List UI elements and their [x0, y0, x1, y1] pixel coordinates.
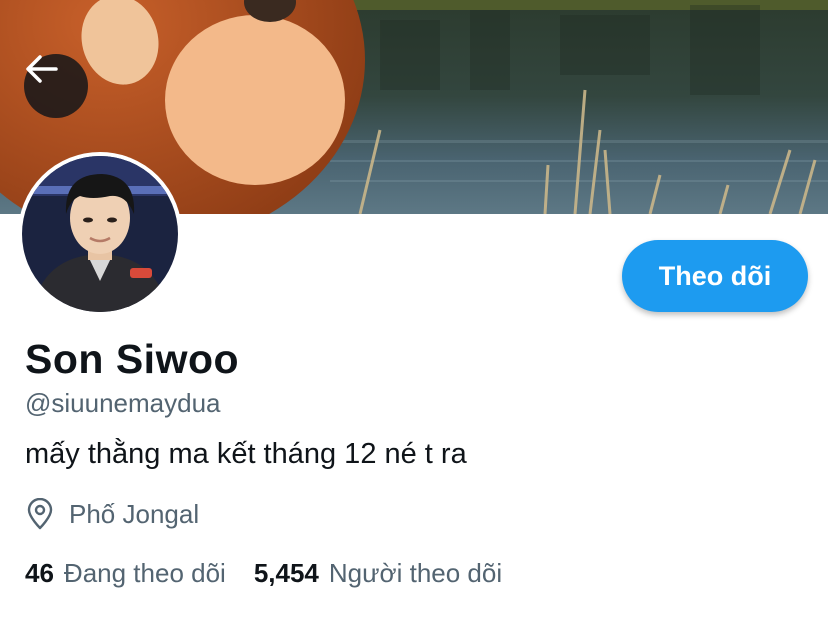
profile-stats: 46 Đang theo dõi 5,454 Người theo dõi	[25, 558, 502, 589]
arrow-left-icon	[26, 55, 58, 83]
profile-bio: mấy thằng ma kết tháng 12 né t ra	[25, 438, 467, 470]
follow-button[interactable]: Theo dõi	[622, 240, 808, 312]
location-text: Phố Jongal	[69, 498, 200, 529]
profile-handle: @siuunemaydua	[25, 388, 221, 418]
followers-label: Người theo dõi	[328, 558, 503, 588]
followers-stat[interactable]: 5,454 Người theo dõi	[254, 558, 502, 589]
map-pin-icon	[27, 498, 53, 530]
following-label: Đang theo dõi	[63, 558, 226, 588]
back-button[interactable]	[24, 54, 88, 118]
profile-avatar[interactable]	[18, 152, 182, 316]
followers-count: 5,454	[253, 558, 319, 588]
avatar-photo	[22, 156, 178, 312]
following-stat[interactable]: 46 Đang theo dõi	[25, 558, 226, 589]
following-count: 46	[25, 558, 54, 588]
profile-name: Son Siwoo	[25, 336, 240, 382]
profile-location: Phố Jongal	[25, 498, 199, 530]
